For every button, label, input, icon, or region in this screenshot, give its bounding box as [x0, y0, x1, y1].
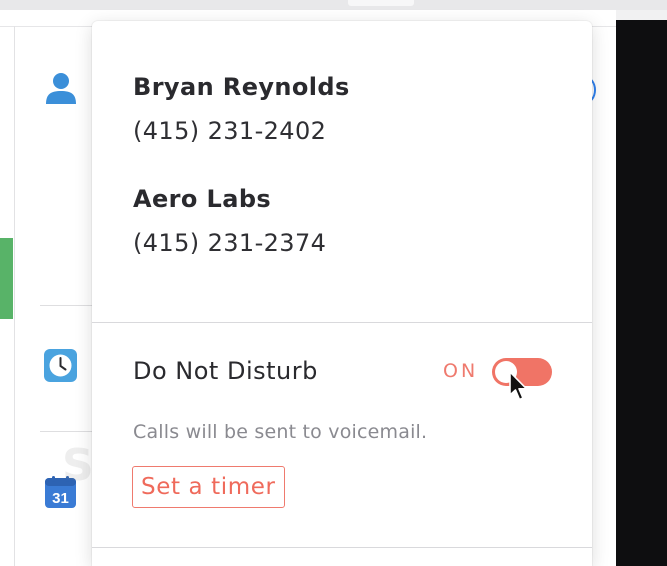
contact-item[interactable]: Bryan Reynolds (415) 231-2402 [133, 73, 350, 145]
mouse-cursor-icon [508, 371, 530, 403]
clock-icon[interactable] [44, 349, 77, 382]
panel-left-rule [14, 26, 15, 566]
person-icon[interactable] [45, 72, 77, 104]
contact-phone[interactable]: (415) 231-2402 [133, 117, 350, 145]
contact-name: Aero Labs [133, 185, 272, 213]
active-side-tab[interactable] [0, 238, 13, 319]
set-timer-button[interactable]: Set a timer [132, 466, 285, 508]
dnd-hint: Calls will be sent to voicemail. [133, 421, 428, 443]
dnd-state-label: ON [443, 360, 479, 382]
section-divider [92, 547, 592, 548]
top-tab[interactable] [348, 0, 414, 6]
sidebar-divider [40, 305, 100, 306]
calendar-icon-day: 31 [52, 490, 69, 507]
calendar-icon[interactable]: 31 [45, 476, 76, 508]
top-bar [0, 0, 667, 10]
section-divider [92, 322, 592, 323]
contact-item[interactable]: Aero Labs (415) 231-2374 [133, 185, 326, 257]
dnd-label: Do Not Disturb [133, 357, 318, 385]
dark-side-panel [616, 20, 667, 566]
sidebar-divider [40, 431, 100, 432]
contact-phone[interactable]: (415) 231-2374 [133, 229, 326, 257]
contact-popover: Bryan Reynolds (415) 231-2402 Aero Labs … [92, 21, 592, 566]
contact-name: Bryan Reynolds [133, 73, 350, 101]
